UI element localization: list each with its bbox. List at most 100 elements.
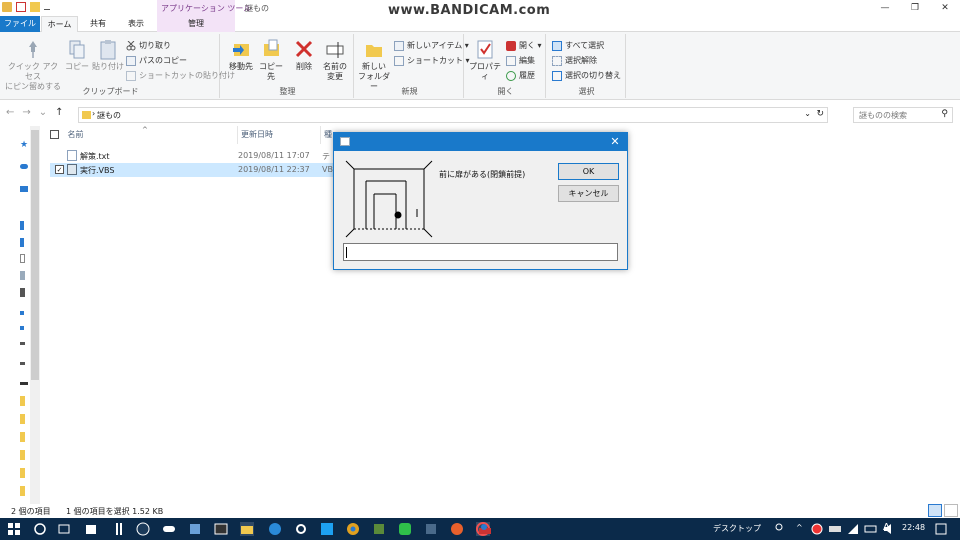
videos-icon[interactable]: [20, 288, 25, 297]
edit-button[interactable]: 編集: [506, 55, 535, 66]
new-folder-button[interactable]: 新しい フォルダー: [358, 38, 390, 92]
recent-chevron-icon[interactable]: ⌄: [39, 107, 47, 118]
new-item-button[interactable]: 新しいアイテム ▾: [394, 40, 469, 51]
minimize-button[interactable]: —: [870, 0, 900, 16]
ok-button[interactable]: OK: [558, 163, 619, 180]
tray-app-icon[interactable]: [828, 522, 842, 536]
nav-folder-2-icon[interactable]: [20, 414, 25, 424]
tab-share[interactable]: 共有: [80, 16, 116, 32]
start-windows-icon[interactable]: [7, 522, 21, 536]
app-grid-icon[interactable]: [424, 522, 438, 536]
file-explorer-icon[interactable]: [240, 522, 254, 536]
clock[interactable]: 22:48: [902, 523, 925, 532]
chrome-icon[interactable]: [346, 522, 360, 536]
details-view-icon[interactable]: [928, 504, 942, 517]
select-none-button[interactable]: 選択解除: [552, 55, 597, 66]
move-to-button[interactable]: 移動先: [226, 38, 256, 72]
store-icon[interactable]: [84, 522, 98, 536]
this-pc-icon[interactable]: [20, 186, 28, 192]
photos-icon[interactable]: [188, 522, 202, 536]
pinned-app-icon[interactable]: [112, 522, 126, 536]
invert-selection-button[interactable]: 選択の切り替え: [552, 70, 621, 81]
pictures-icon[interactable]: [20, 271, 25, 280]
search-taskbar-icon[interactable]: [33, 522, 47, 536]
desktop-toolbar-label[interactable]: デスクトップ: [713, 523, 761, 534]
action-center-icon[interactable]: [934, 522, 948, 536]
dialog-title-bar[interactable]: ✕: [334, 133, 627, 151]
large-icons-view-icon[interactable]: [944, 504, 958, 517]
onedrive-icon[interactable]: [20, 164, 28, 169]
tab-file[interactable]: ファイル: [0, 16, 40, 32]
refresh-icon[interactable]: ↻: [816, 109, 824, 119]
customize-qat-icon[interactable]: [44, 4, 50, 10]
pin-quick-access-button[interactable]: クイック アクセス にピン留めする: [4, 38, 62, 92]
address-dropdown-icon[interactable]: ⌄: [804, 109, 811, 118]
forward-arrow-icon[interactable]: →: [22, 107, 30, 118]
paste-shortcut-button[interactable]: ショートカットの貼り付け: [126, 70, 235, 81]
file-row[interactable]: 解策.txt 2019/08/11 17:07 テ: [50, 149, 380, 163]
minecraft-icon[interactable]: [372, 522, 386, 536]
settings-gear-icon[interactable]: [294, 522, 308, 536]
select-all-button[interactable]: すべて選択: [552, 40, 604, 51]
paste-button[interactable]: 貼り付け: [92, 38, 124, 72]
edge-icon[interactable]: [268, 522, 282, 536]
steam-icon[interactable]: [136, 522, 150, 536]
drive-2-icon[interactable]: [20, 362, 25, 365]
close-button[interactable]: ✕: [930, 0, 960, 16]
select-all-checkbox[interactable]: [50, 130, 59, 139]
open-button[interactable]: 開く ▾: [506, 40, 542, 51]
row-checkbox[interactable]: ✓: [55, 165, 64, 174]
task-view-icon[interactable]: [57, 522, 71, 536]
twitter-icon[interactable]: [320, 522, 334, 536]
maximize-button[interactable]: ❐: [900, 0, 930, 16]
nav-folder-3-icon[interactable]: [20, 432, 25, 442]
dialog-close-icon[interactable]: ✕: [607, 134, 623, 150]
tab-home[interactable]: ホーム: [41, 16, 78, 32]
game-controller-icon[interactable]: [162, 522, 176, 536]
file-row-selected[interactable]: ✓ 実行.VBS 2019/08/11 22:37 VB: [50, 163, 380, 177]
search-input[interactable]: 謎ものの検索 ⚲: [853, 107, 953, 123]
easy-access-button[interactable]: ショートカット ▾: [394, 55, 470, 66]
properties-qat-icon[interactable]: [16, 2, 26, 12]
show-hidden-icons-caret[interactable]: ^: [796, 523, 803, 532]
script-host-window-icon[interactable]: [478, 522, 492, 536]
cut-button[interactable]: 切り取り: [126, 40, 171, 51]
people-icon[interactable]: [772, 522, 786, 536]
usb-drive-icon[interactable]: [20, 342, 25, 345]
cancel-button[interactable]: キャンセル: [558, 185, 619, 202]
up-arrow-icon[interactable]: ↑: [55, 107, 63, 118]
tab-manage[interactable]: 管理: [157, 16, 235, 32]
recording-indicator-icon[interactable]: [810, 522, 824, 536]
back-arrow-icon[interactable]: ←: [6, 107, 14, 118]
network-tray-icon[interactable]: [846, 522, 860, 536]
nav-folder-5-icon[interactable]: [20, 468, 25, 478]
address-bar[interactable]: › 謎もの ⌄ ↻: [78, 107, 828, 123]
firefox-icon[interactable]: [450, 522, 464, 536]
copy-path-button[interactable]: パスのコピー: [126, 55, 187, 66]
new-folder-qat-icon[interactable]: [30, 2, 40, 12]
properties-button[interactable]: プロパティ: [468, 38, 502, 82]
terminal-icon[interactable]: [214, 522, 228, 536]
nav-folder-6-icon[interactable]: [20, 486, 25, 496]
drive-icon[interactable]: [20, 326, 24, 330]
downloads-icon[interactable]: [20, 221, 24, 230]
history-button[interactable]: 履歴: [506, 70, 535, 81]
local-disk-icon[interactable]: [20, 311, 24, 315]
quick-access-star-icon[interactable]: ★: [20, 140, 28, 150]
tab-view[interactable]: 表示: [118, 16, 154, 32]
copy-button[interactable]: コピー: [64, 38, 90, 72]
nav-scrollbar-thumb[interactable]: [31, 130, 39, 380]
music-icon[interactable]: [20, 254, 25, 263]
column-header-date[interactable]: 更新日時: [237, 126, 317, 144]
dialog-text-input[interactable]: [343, 243, 618, 261]
network-icon[interactable]: [20, 382, 28, 385]
battery-icon[interactable]: [864, 522, 878, 536]
line-icon[interactable]: [398, 522, 412, 536]
ime-indicator[interactable]: A: [883, 522, 890, 533]
column-header-name[interactable]: 名前 ^: [50, 126, 230, 144]
breadcrumb-path[interactable]: 謎もの: [97, 110, 121, 121]
nav-folder-4-icon[interactable]: [20, 450, 25, 460]
delete-button[interactable]: 削除: [290, 38, 318, 72]
copy-to-button[interactable]: コピー先: [256, 38, 286, 82]
nav-folder-1-icon[interactable]: [20, 396, 25, 406]
